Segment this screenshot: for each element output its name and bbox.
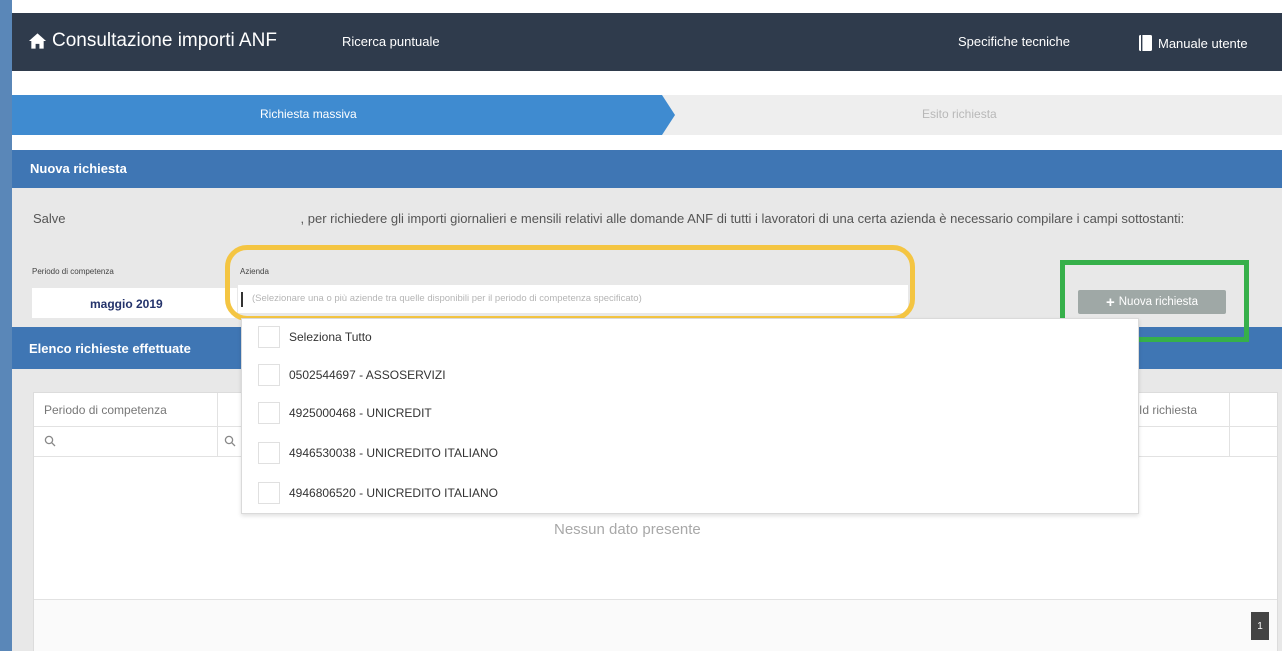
option-label: 4946806520 - UNICREDITO ITALIANO <box>289 486 498 500</box>
step1-label: Richiesta massiva <box>260 107 357 121</box>
periodo-select[interactable]: maggio 2019 <box>32 288 237 318</box>
step-arrow <box>662 95 675 135</box>
checkbox[interactable] <box>258 402 280 424</box>
intro-text: Salve , per richiedere gli importi giorna… <box>33 210 1263 228</box>
app-title: Consultazione importi ANF <box>52 30 277 51</box>
window-left-border <box>0 0 12 651</box>
nav-specifiche-tecniche[interactable]: Specifiche tecniche <box>958 34 1070 49</box>
option-azienda[interactable]: 4925000468 - UNICREDIT <box>258 401 432 425</box>
table-pager: 1 <box>34 599 1277 651</box>
page-button[interactable]: 1 <box>1251 612 1269 640</box>
periodo-label: Periodo di competenza <box>32 267 114 276</box>
elenco-title: Elenco richieste effettuate <box>29 341 191 356</box>
top-navbar: Consultazione importi ANF Ricerca puntua… <box>12 13 1282 71</box>
checkbox[interactable] <box>258 326 280 348</box>
nav-manuale-utente[interactable]: Manuale utente <box>1137 34 1248 52</box>
book-icon <box>1139 35 1152 51</box>
yellow-highlight-annotation <box>225 245 915 321</box>
intro-greeting: Salve <box>33 211 66 226</box>
azienda-dropdown-list: Seleziona Tutto 0502544697 - ASSOSERVIZI… <box>241 318 1139 514</box>
checkbox[interactable] <box>258 482 280 504</box>
option-azienda[interactable]: 0502544697 - ASSOSERVIZI <box>258 363 446 387</box>
wizard-steps: Richiesta massiva Esito richiesta <box>12 95 1282 135</box>
periodo-value: maggio 2019 <box>90 297 163 311</box>
nav-manuale-label: Manuale utente <box>1158 35 1248 51</box>
nav-ricerca-puntuale[interactable]: Ricerca puntuale <box>342 34 440 49</box>
screen: Consultazione importi ANF Ricerca puntua… <box>0 0 1282 651</box>
option-seleziona-tutto[interactable]: Seleziona Tutto <box>258 325 372 349</box>
option-label: 0502544697 - ASSOSERVIZI <box>289 368 446 382</box>
app-home-link[interactable]: Consultazione importi ANF <box>28 30 277 52</box>
option-label: 4946530038 - UNICREDITO ITALIANO <box>289 446 498 460</box>
checkbox[interactable] <box>258 364 280 386</box>
search-icon[interactable] <box>44 435 56 447</box>
checkbox[interactable] <box>258 442 280 464</box>
section-title: Nuova richiesta <box>30 161 127 176</box>
search-icon[interactable] <box>224 435 236 447</box>
step-richiesta-massiva[interactable]: Richiesta massiva <box>12 95 662 135</box>
step-esito-richiesta[interactable]: Esito richiesta <box>922 107 997 121</box>
option-azienda[interactable]: 4946530038 - UNICREDITO ITALIANO <box>258 441 498 465</box>
empty-state-text: Nessun dato presente <box>554 521 701 538</box>
option-label: 4925000468 - UNICREDIT <box>289 406 432 420</box>
intro-body: , per richiedere gli importi giornalieri… <box>300 211 1185 226</box>
column-id-richiesta[interactable]: Id richiesta <box>1139 403 1197 417</box>
home-icon <box>28 33 47 49</box>
nuova-richiesta-header: Nuova richiesta <box>12 150 1282 188</box>
option-azienda[interactable]: 4946806520 - UNICREDITO ITALIANO <box>258 481 498 505</box>
option-label: Seleziona Tutto <box>289 330 372 344</box>
column-periodo[interactable]: Periodo di competenza <box>44 403 167 417</box>
